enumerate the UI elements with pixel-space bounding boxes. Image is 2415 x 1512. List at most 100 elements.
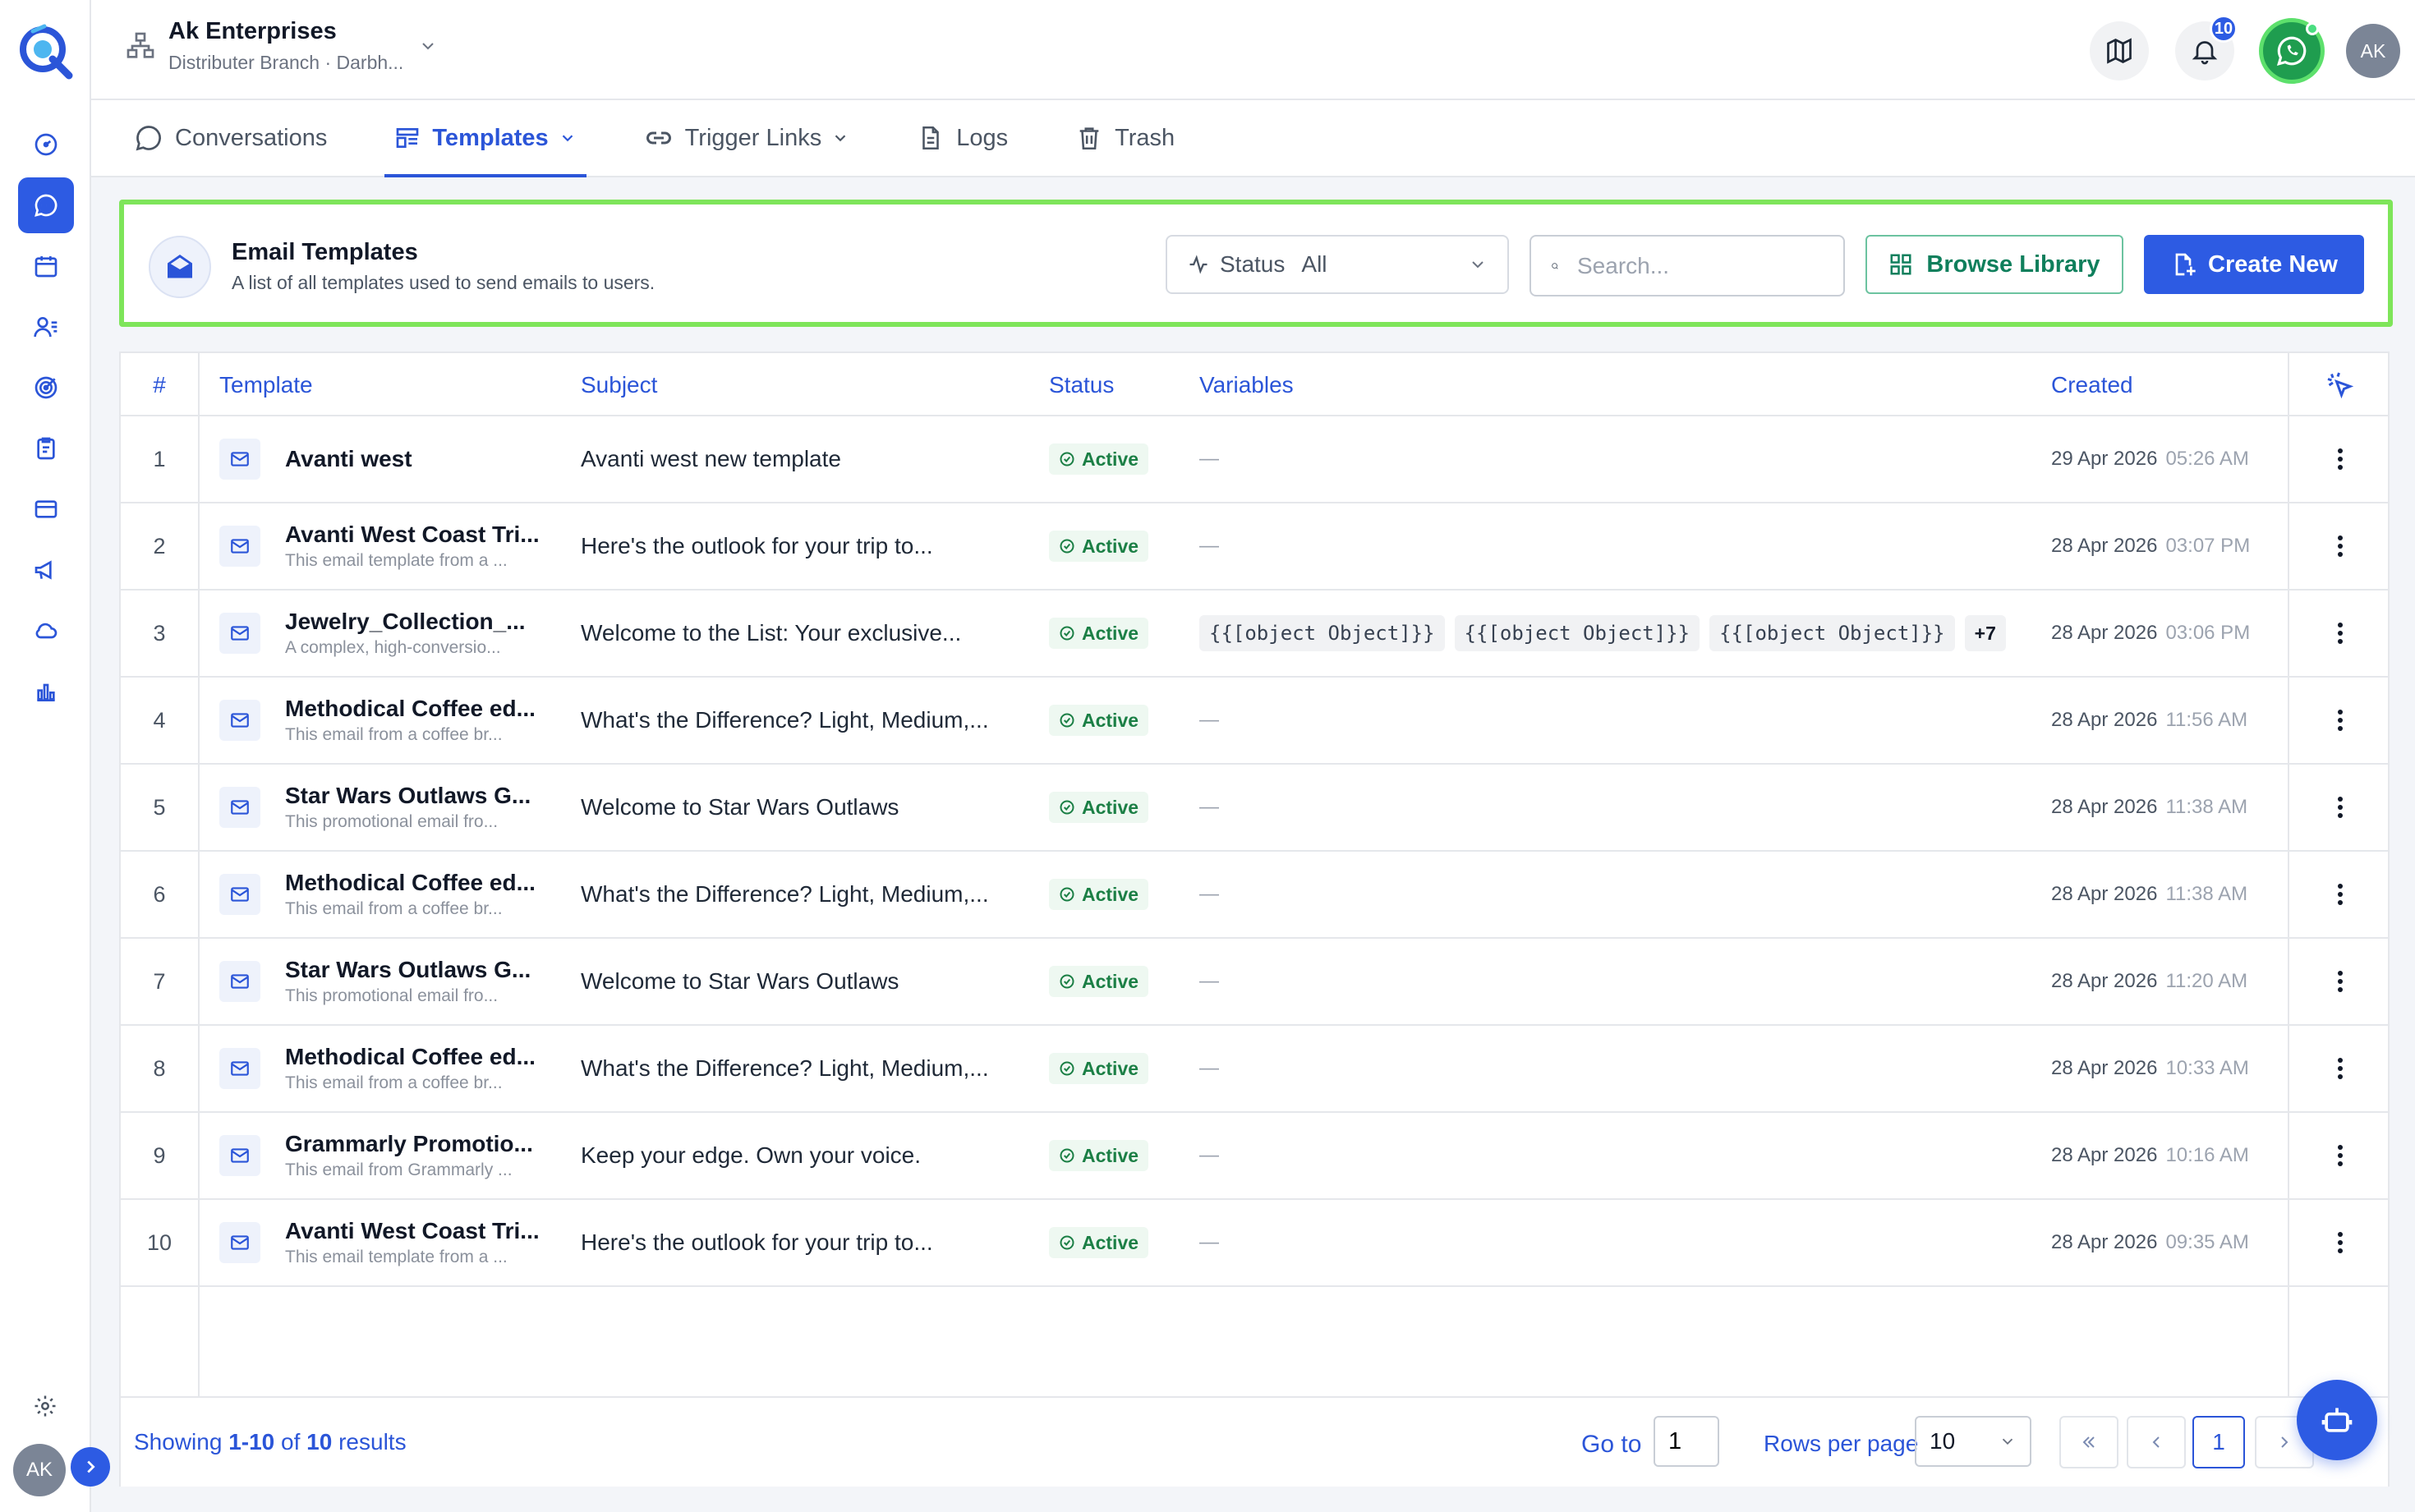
row-actions-button[interactable] <box>2289 591 2391 676</box>
template-cell[interactable]: Avanti West Coast Tri... This email templ… <box>219 503 564 589</box>
sidebar-item-calendar[interactable] <box>18 238 74 294</box>
created-time: 09:35 AM <box>2165 1231 2249 1253</box>
no-variables-dash: — <box>1199 709 1219 731</box>
row-actions-button[interactable] <box>2289 765 2391 850</box>
check-circle-icon <box>1060 1148 1074 1163</box>
tab-templates[interactable]: Templates <box>384 100 586 177</box>
search-input[interactable] <box>1577 252 1824 279</box>
map-icon <box>2107 38 2132 64</box>
more-vertical-icon <box>2338 1058 2343 1079</box>
envelope-icon <box>231 1235 249 1250</box>
sidebar-settings[interactable] <box>17 1378 73 1434</box>
sidebar-expand-button[interactable] <box>71 1447 110 1487</box>
table-row[interactable]: 8 Methodical Coffee ed... This email from … <box>121 1026 2388 1113</box>
status-cell: Active <box>1049 939 1149 1024</box>
table-row[interactable]: 3 Jewelry_Collection_... A complex, high-c… <box>121 591 2388 678</box>
table-row[interactable]: 9 Grammarly Promotio... This email from Gr… <box>121 1113 2388 1200</box>
sidebar-item-tasks[interactable] <box>18 421 74 476</box>
sidebar-item-conversations[interactable] <box>17 177 74 233</box>
row-number: 3 <box>153 620 166 646</box>
browse-library-button[interactable]: Browse Library <box>1865 235 2123 294</box>
row-actions-button[interactable] <box>2289 852 2391 937</box>
notifications-button[interactable]: 10 <box>2175 15 2238 80</box>
sidebar-item-billing[interactable] <box>18 481 74 537</box>
column-settings-button[interactable] <box>2289 353 2391 416</box>
template-cell[interactable]: Methodical Coffee ed... This email from a… <box>219 1026 564 1111</box>
created-time: 10:16 AM <box>2165 1144 2249 1166</box>
template-cell[interactable]: Methodical Coffee ed... This email from a… <box>219 852 564 937</box>
org-name: Ak Enterprises <box>168 18 337 44</box>
row-actions-button[interactable] <box>2289 1026 2391 1111</box>
table-row[interactable]: 5 Star Wars Outlaws G... This promotional … <box>121 765 2388 852</box>
created-cell: 28 Apr 2026 10:33 AM <box>2051 1026 2249 1111</box>
app-logo[interactable] <box>7 11 85 90</box>
row-actions-button[interactable] <box>2289 939 2391 1024</box>
col-header-status[interactable]: Status <box>1049 353 1114 416</box>
tab-conversations[interactable]: Conversations <box>124 100 337 176</box>
row-actions-button[interactable] <box>2289 416 2391 502</box>
no-variables-dash: — <box>1199 1231 1219 1253</box>
template-cell[interactable]: Star Wars Outlaws G... This promotional e… <box>219 765 564 850</box>
search-box[interactable] <box>1530 235 1845 296</box>
tab-trigger-links[interactable]: Trigger Links <box>634 100 860 176</box>
envelope-icon <box>231 713 249 728</box>
org-switcher[interactable]: Ak Enterprises Distributer Branch · Darb… <box>124 18 438 74</box>
table-row[interactable]: 10 Avanti West Coast Tri... This email tem… <box>121 1200 2388 1287</box>
row-actions-button[interactable] <box>2289 678 2391 763</box>
sidebar-item-broadcast[interactable] <box>18 542 74 598</box>
template-description: This email template from a ... <box>285 1248 508 1266</box>
row-actions-button[interactable] <box>2289 1200 2391 1285</box>
col-header-subject[interactable]: Subject <box>581 353 657 416</box>
col-header-template[interactable]: Template <box>219 353 313 416</box>
created-cell: 28 Apr 2026 09:35 AM <box>2051 1200 2249 1285</box>
row-number: 8 <box>153 1055 166 1081</box>
template-cell[interactable]: Avanti west <box>219 416 564 502</box>
sidebar-item-contacts[interactable] <box>18 299 74 355</box>
rows-per-page-label: Rows per page <box>1764 1431 1919 1456</box>
status-filter[interactable]: Status All <box>1166 235 1509 294</box>
template-cell[interactable]: Methodical Coffee ed... This email from a… <box>219 678 564 763</box>
table-row[interactable]: 4 Methodical Coffee ed... This email from … <box>121 678 2388 765</box>
template-cell[interactable]: Star Wars Outlaws G... This promotional e… <box>219 939 564 1024</box>
bell-icon <box>2192 41 2218 65</box>
created-date: 28 Apr 2026 <box>2051 709 2158 731</box>
first-page-button[interactable] <box>2059 1416 2118 1468</box>
envelope-icon <box>231 452 249 466</box>
tab-logs[interactable]: Logs <box>907 100 1018 176</box>
template-name: Jewelry_Collection_... <box>285 609 526 634</box>
assistant-bot-button[interactable] <box>2297 1380 2377 1460</box>
more-variables-chip[interactable]: +7 <box>1964 615 2006 651</box>
template-cell[interactable]: Jewelry_Collection_... A complex, high-co… <box>219 591 564 676</box>
search-icon <box>1552 262 1558 269</box>
table-row[interactable]: 6 Methodical Coffee ed... This email from … <box>121 852 2388 939</box>
col-header-variables[interactable]: Variables <box>1199 353 1294 416</box>
template-cell[interactable]: Grammarly Promotio... This email from Gra… <box>219 1113 564 1198</box>
prev-page-button[interactable] <box>2127 1416 2186 1468</box>
tab-label: Trash <box>1115 124 1175 151</box>
sidebar-item-campaigns[interactable] <box>18 360 74 416</box>
row-actions-button[interactable] <box>2289 503 2391 589</box>
tab-trash[interactable]: Trash <box>1065 100 1184 176</box>
create-new-button[interactable]: Create New <box>2144 235 2364 294</box>
map-button[interactable] <box>2090 21 2149 80</box>
user-avatar[interactable]: AK <box>2346 24 2400 78</box>
rows-per-page-select[interactable]: 10 <box>1915 1416 2031 1467</box>
page-1-button[interactable]: 1 <box>2192 1416 2245 1468</box>
table-row[interactable]: 7 Star Wars Outlaws G... This promotional … <box>121 939 2388 1026</box>
status-text: Active <box>1082 970 1139 992</box>
sidebar-item-cloud[interactable] <box>18 603 74 659</box>
created-date: 28 Apr 2026 <box>2051 796 2158 818</box>
status-badge: Active <box>1049 792 1149 823</box>
col-header-created[interactable]: Created <box>2051 353 2133 416</box>
sidebar-item-dashboard[interactable] <box>18 117 74 172</box>
table-row[interactable]: 1 Avanti west Avanti west new template Acti… <box>121 416 2388 503</box>
row-actions-button[interactable] <box>2289 1113 2391 1198</box>
go-to-page-input[interactable] <box>1654 1416 1719 1467</box>
status-badge: Active <box>1049 1053 1149 1084</box>
table-row[interactable]: 2 Avanti West Coast Tri... This email temp… <box>121 503 2388 591</box>
whatsapp-button[interactable] <box>2259 18 2325 84</box>
row-number: 1 <box>153 446 166 471</box>
template-cell[interactable]: Avanti West Coast Tri... This email templ… <box>219 1200 564 1285</box>
sidebar-item-reports[interactable] <box>18 664 74 719</box>
sidebar-avatar[interactable]: AK <box>13 1444 66 1496</box>
